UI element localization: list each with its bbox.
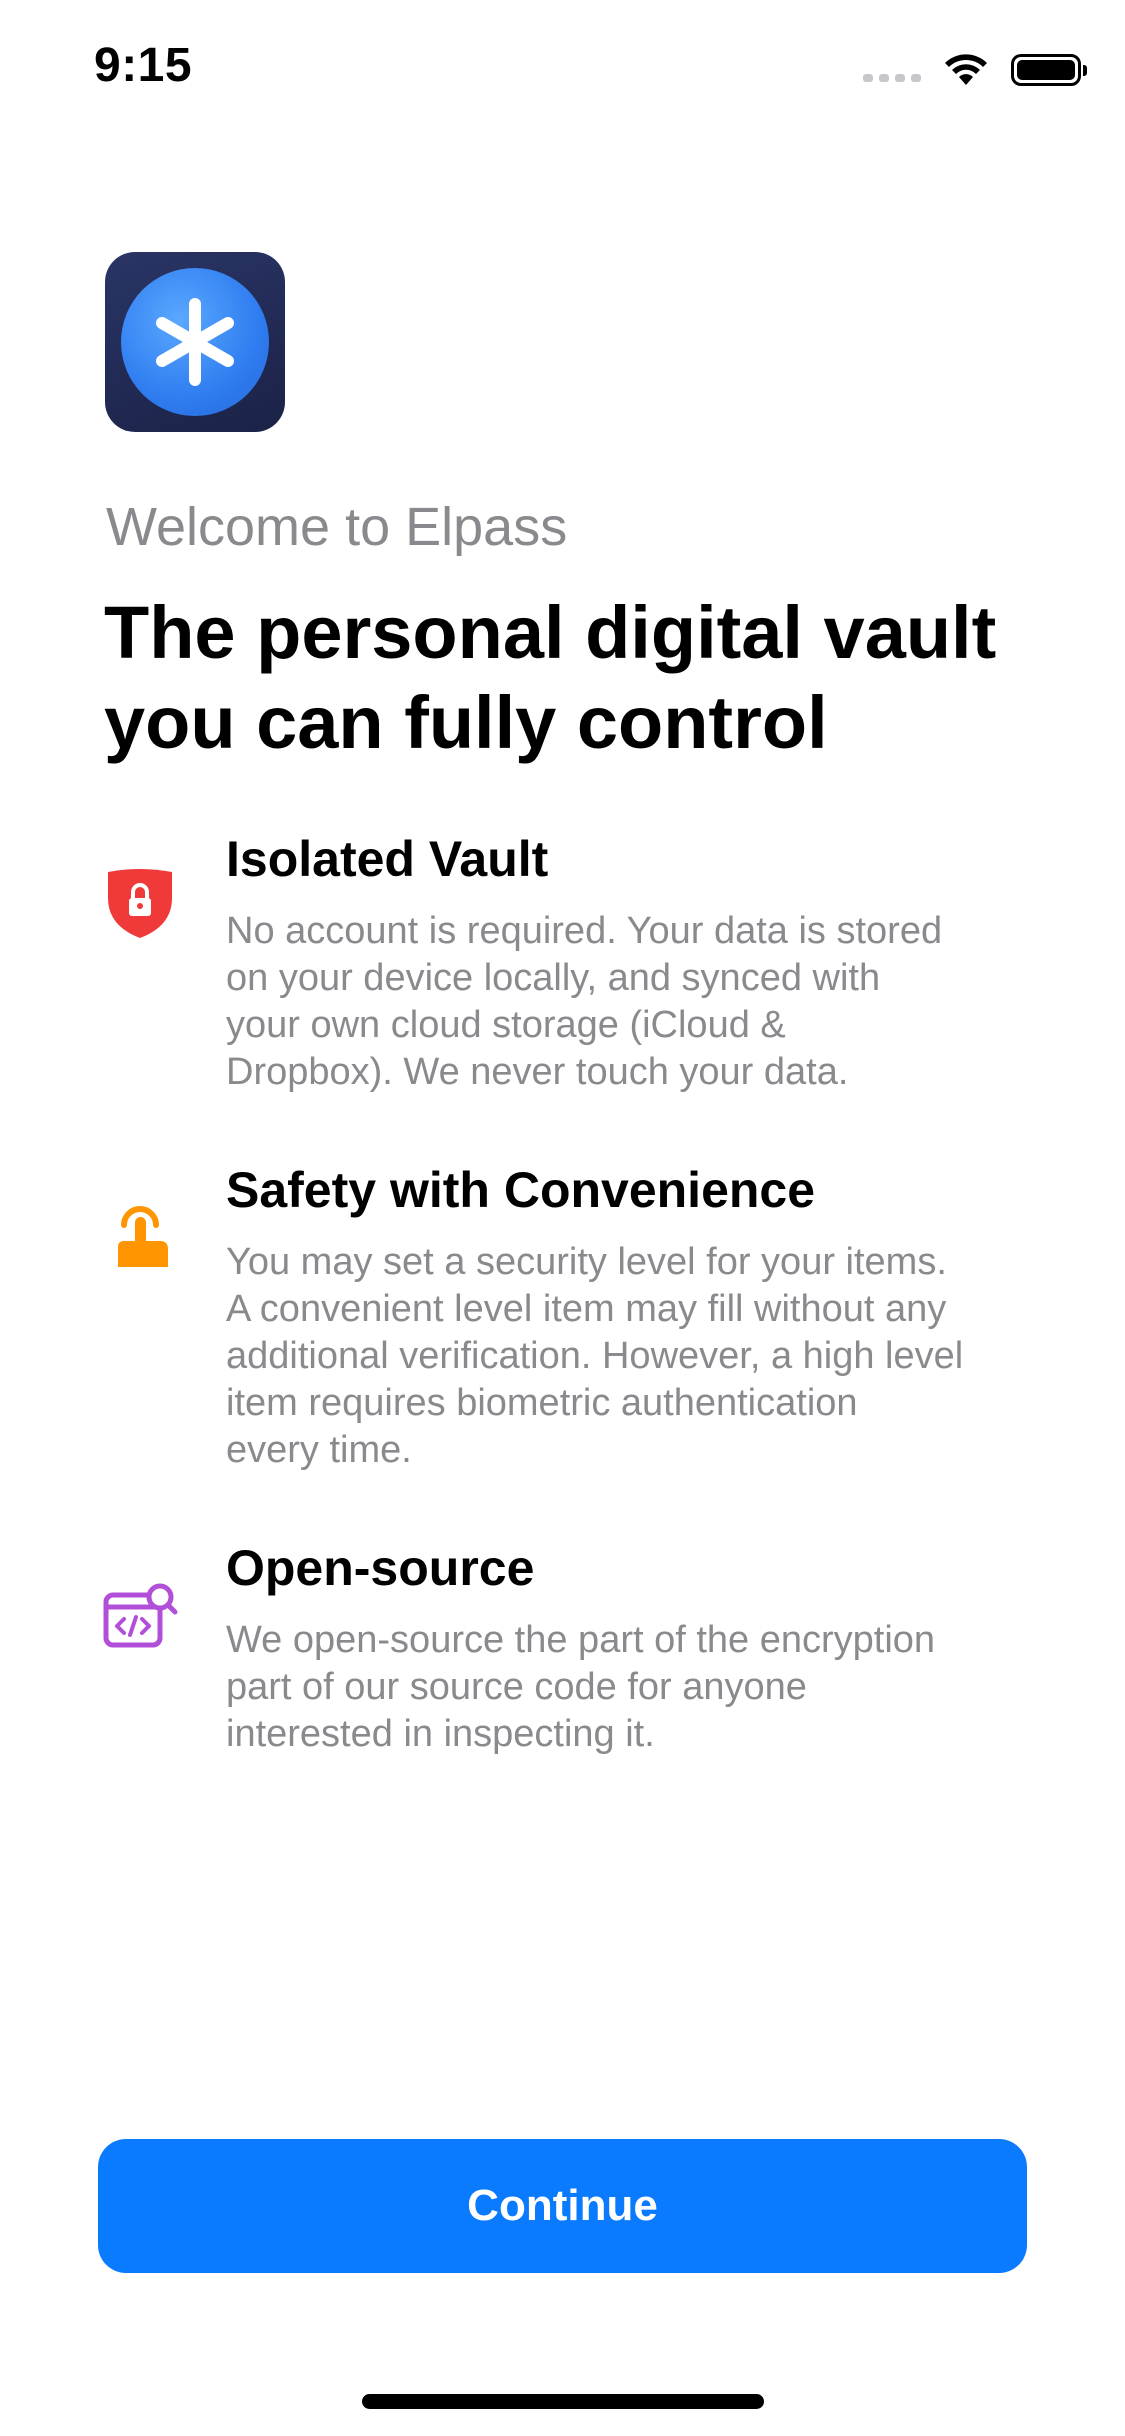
feature-description: We open-source the part of the encryptio… <box>226 1617 1026 1758</box>
shield-lock-icon <box>108 869 172 938</box>
feature-title: Isolated Vault <box>226 831 549 887</box>
battery-icon <box>1011 54 1087 86</box>
welcome-text: Welcome to Elpass <box>106 497 568 557</box>
feature-title: Safety with Convenience <box>226 1162 816 1218</box>
feature-description-line: A convenient level item may fill without… <box>226 1288 947 1330</box>
feature-description-line: No account is required. Your data is sto… <box>226 910 943 952</box>
feature-description-line: Dropbox). We never touch your data. <box>226 1051 849 1093</box>
wifi-icon <box>945 54 987 85</box>
app-icon <box>105 252 285 432</box>
headline-line-1: The personal digital vault <box>104 591 997 674</box>
feature-description-line: interested in inspecting it. <box>226 1713 655 1755</box>
feature-description: You may set a security level for your it… <box>226 1239 1026 1474</box>
feature-description-line: We open-source the part of the encryptio… <box>226 1619 936 1661</box>
feature-description-line: additional verification. However, a high… <box>226 1335 964 1377</box>
touch-hand-icon <box>118 1206 168 1267</box>
status-time: 9:15 <box>94 39 193 92</box>
headline: The personal digital vault you can fully… <box>104 588 1064 768</box>
code-inspect-icon <box>103 1583 178 1648</box>
home-indicator[interactable] <box>362 2394 764 2409</box>
status-icons <box>863 50 1087 90</box>
continue-button[interactable]: Continue <box>98 2139 1027 2273</box>
feature-description-line: on your device locally, and synced with <box>226 957 881 999</box>
feature-description-line: your own cloud storage (iCloud & <box>226 1004 786 1046</box>
feature-description-line: part of our source code for anyone <box>226 1666 807 1708</box>
app-icon-circle <box>121 268 269 416</box>
feature-description-line: every time. <box>226 1429 412 1471</box>
feature-description: No account is required. Your data is sto… <box>226 908 1026 1096</box>
cellular-signal-icon <box>863 74 921 82</box>
feature-description-line: item requires biometric authentication <box>226 1382 858 1424</box>
feature-description-line: You may set a security level for your it… <box>226 1241 947 1283</box>
feature-title: Open-source <box>226 1540 535 1596</box>
headline-line-2: you can fully control <box>104 681 828 764</box>
asterisk-icon <box>156 298 234 386</box>
status-bar: 9:15 <box>0 0 1125 140</box>
